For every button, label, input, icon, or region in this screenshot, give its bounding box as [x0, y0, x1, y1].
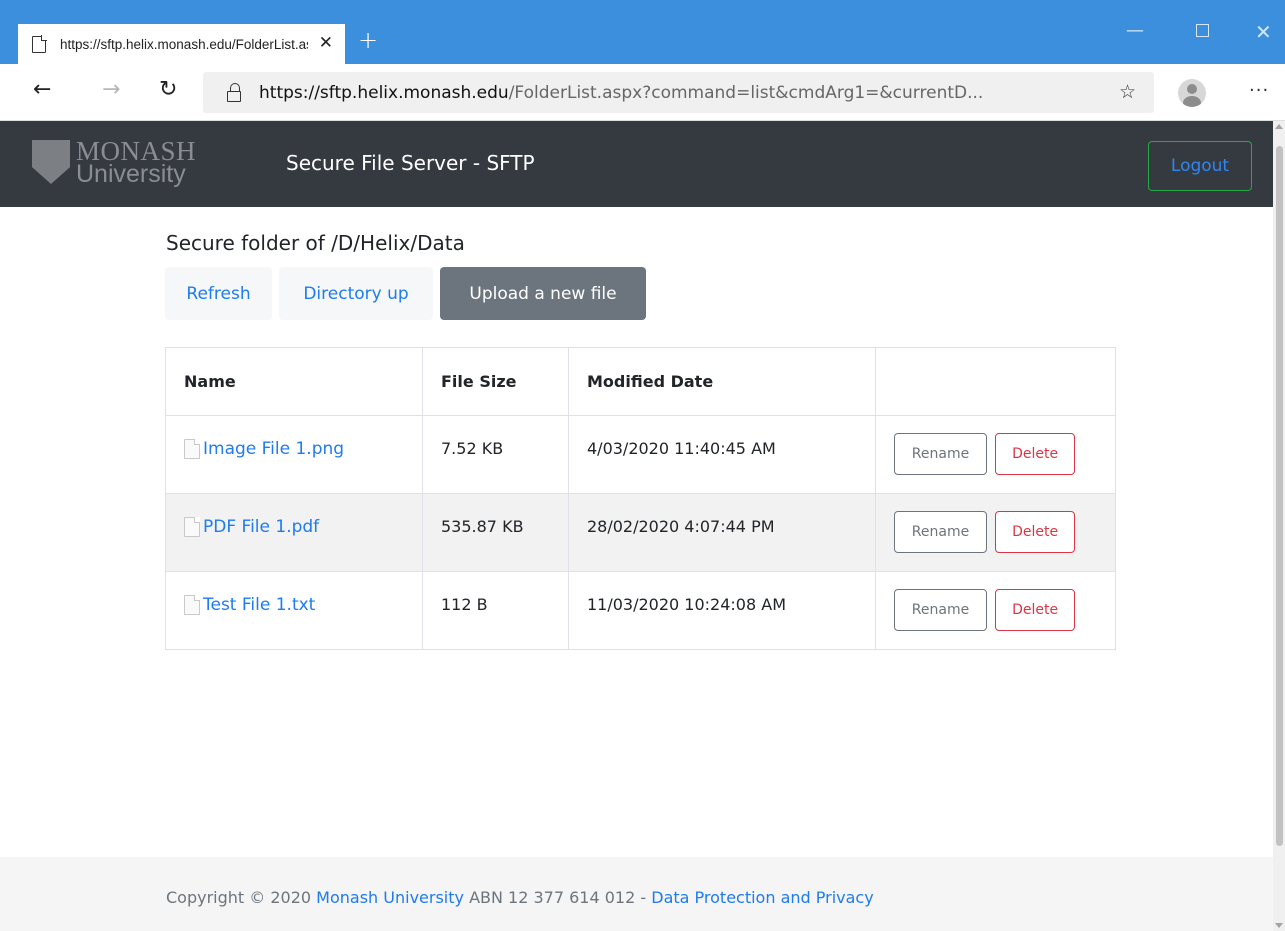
back-arrow-icon[interactable]: ←: [33, 77, 51, 102]
header-file-size: File Size: [422, 347, 569, 416]
folder-heading: Secure folder of /D/Helix/Data: [166, 231, 465, 255]
maximize-icon[interactable]: [1196, 24, 1209, 37]
delete-button[interactable]: Delete: [995, 433, 1076, 475]
actions-cell: Rename Delete: [875, 415, 1116, 494]
actions-cell: Rename Delete: [875, 493, 1116, 572]
site-title: Secure File Server - SFTP: [286, 151, 535, 175]
actions-cell: Rename Delete: [875, 571, 1116, 650]
delete-button[interactable]: Delete: [995, 589, 1076, 631]
file-size-cell: 112 B: [422, 571, 569, 650]
new-tab-icon[interactable]: +: [358, 26, 378, 54]
rename-button[interactable]: Rename: [894, 433, 987, 475]
table-row: Test File 1.txt 112 B 11/03/2020 10:24:0…: [165, 571, 1116, 650]
file-icon: [184, 595, 200, 615]
reload-icon[interactable]: ↻: [159, 77, 177, 102]
table-row: Image File 1.png 7.52 KB 4/03/2020 11:40…: [165, 415, 1116, 494]
file-link[interactable]: PDF File 1.pdf: [184, 517, 319, 537]
footer-text: Copyright © 2020 Monash University ABN 1…: [166, 888, 874, 907]
footer: Copyright © 2020 Monash University ABN 1…: [0, 857, 1273, 931]
logout-button[interactable]: Logout: [1148, 141, 1252, 191]
page-content: MONASH University Secure File Server - S…: [0, 121, 1273, 931]
file-name-cell: Test File 1.txt: [165, 571, 423, 650]
scroll-down-icon[interactable]: [1275, 923, 1283, 928]
file-name-cell: PDF File 1.pdf: [165, 493, 423, 572]
minimize-icon[interactable]: —: [1126, 20, 1144, 41]
tab-title: https://sftp.helix.monash.edu/FolderList…: [60, 36, 308, 52]
file-table: Name File Size Modified Date Image File …: [165, 347, 1116, 650]
header-name: Name: [165, 347, 423, 416]
header-actions: [875, 347, 1116, 416]
profile-icon[interactable]: [1178, 79, 1206, 107]
scroll-thumb[interactable]: [1276, 146, 1283, 846]
refresh-button[interactable]: Refresh: [165, 267, 272, 320]
file-icon: [184, 517, 200, 537]
file-link[interactable]: Image File 1.png: [184, 439, 344, 459]
modified-date-cell: 4/03/2020 11:40:45 AM: [568, 415, 876, 494]
header-modified-date: Modified Date: [568, 347, 876, 416]
modified-date-cell: 11/03/2020 10:24:08 AM: [568, 571, 876, 650]
close-tab-icon[interactable]: ✕: [319, 33, 333, 53]
scrollbar[interactable]: [1273, 121, 1285, 931]
forward-arrow-icon[interactable]: →: [102, 77, 120, 102]
scroll-up-icon[interactable]: [1275, 124, 1283, 129]
modified-date-cell: 28/02/2020 4:07:44 PM: [568, 493, 876, 572]
file-size-cell: 7.52 KB: [422, 415, 569, 494]
crest-icon: [32, 140, 70, 184]
file-link[interactable]: Test File 1.txt: [184, 595, 315, 615]
address-bar: ← → ↻ https://sftp.helix.monash.edu/Fold…: [0, 64, 1285, 121]
table-row: PDF File 1.pdf 535.87 KB 28/02/2020 4:07…: [165, 493, 1116, 572]
upload-file-button[interactable]: Upload a new file: [440, 267, 646, 320]
url-text[interactable]: https://sftp.helix.monash.edu/FolderList…: [259, 83, 983, 103]
file-icon: [184, 439, 200, 459]
monash-university-link[interactable]: Monash University: [316, 888, 464, 907]
page-icon: [32, 34, 47, 53]
abn-text: ABN 12 377 614 012 -: [469, 888, 647, 907]
browser-tab[interactable]: https://sftp.helix.monash.edu/FolderList…: [18, 24, 345, 64]
lock-icon[interactable]: [227, 83, 241, 102]
browser-titlebar: https://sftp.helix.monash.edu/FolderList…: [0, 0, 1285, 64]
monash-logo[interactable]: MONASH University: [32, 134, 212, 190]
table-header-row: Name File Size Modified Date: [165, 347, 1116, 416]
url-input[interactable]: https://sftp.helix.monash.edu/FolderList…: [203, 72, 1154, 113]
favorite-star-icon[interactable]: ☆: [1119, 81, 1136, 103]
more-icon[interactable]: ···: [1249, 80, 1269, 101]
delete-button[interactable]: Delete: [995, 511, 1076, 553]
directory-up-button[interactable]: Directory up: [279, 267, 433, 320]
copyright-text: Copyright © 2020: [166, 888, 312, 907]
rename-button[interactable]: Rename: [894, 511, 987, 553]
file-name-cell: Image File 1.png: [165, 415, 423, 494]
rename-button[interactable]: Rename: [894, 589, 987, 631]
privacy-link[interactable]: Data Protection and Privacy: [651, 888, 873, 907]
file-size-cell: 535.87 KB: [422, 493, 569, 572]
logo-line2: University: [76, 159, 186, 188]
site-navbar: MONASH University Secure File Server - S…: [0, 121, 1273, 207]
close-window-icon[interactable]: ✕: [1255, 20, 1272, 44]
